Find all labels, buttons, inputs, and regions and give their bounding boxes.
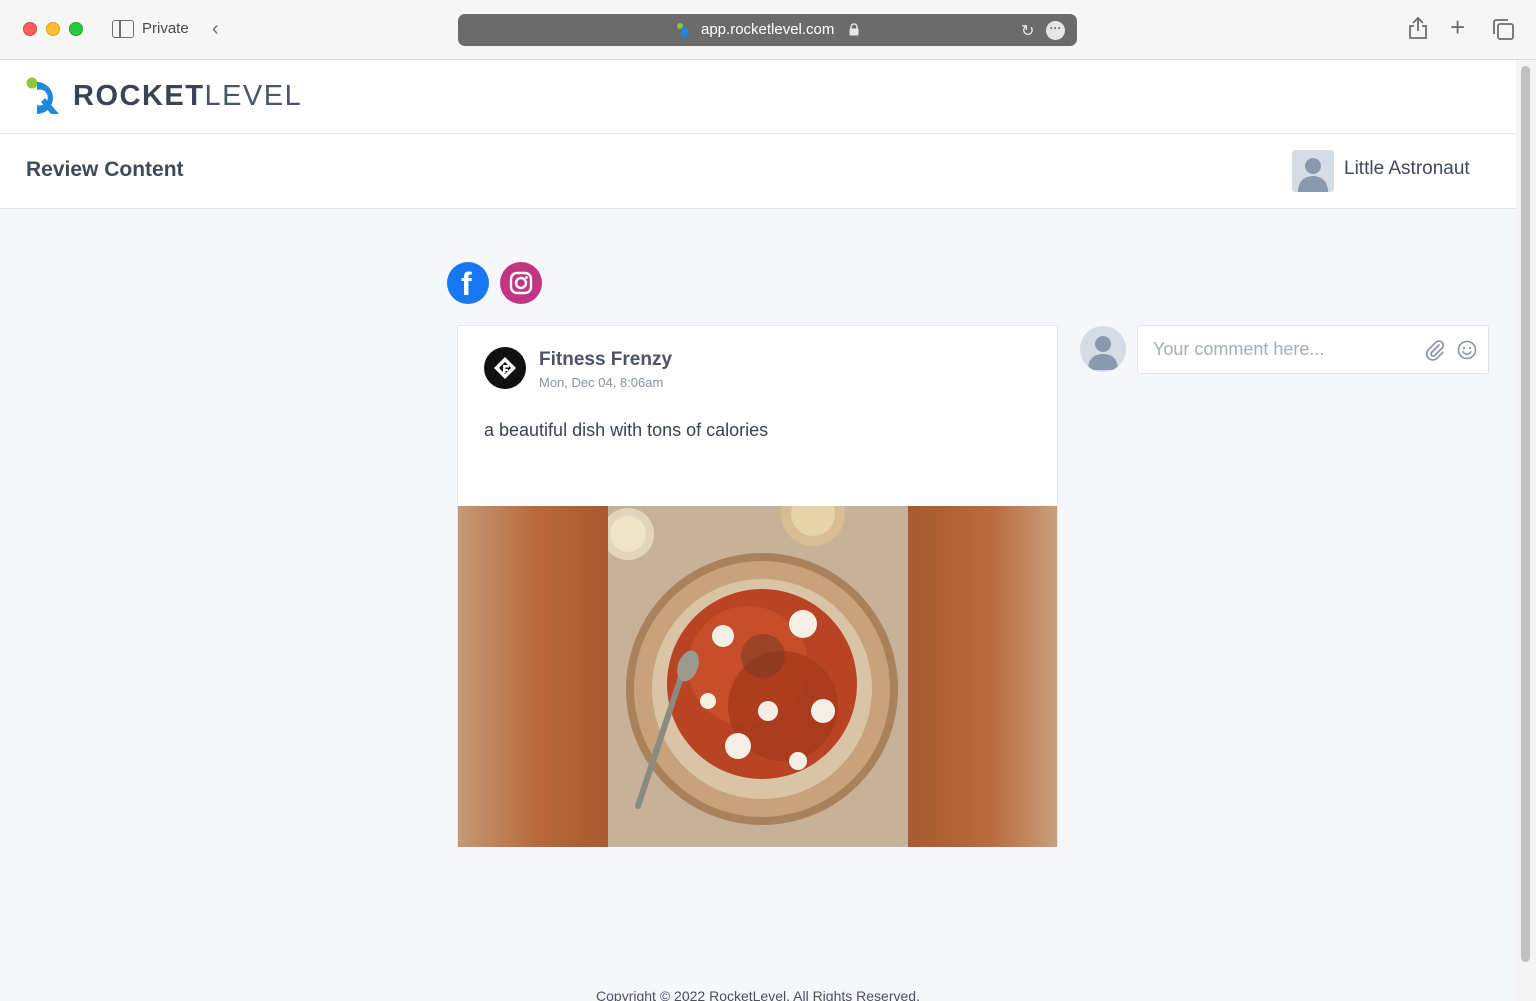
user-silhouette-icon: [1298, 158, 1328, 192]
address-bar[interactable]: app.rocketlevel.com ↻ ···: [458, 14, 1077, 46]
new-tab-icon[interactable]: +: [1450, 12, 1465, 43]
user-avatar[interactable]: [1292, 150, 1334, 192]
tabs-overview-icon[interactable]: [1493, 19, 1514, 40]
sidebar-icon[interactable]: [112, 20, 134, 38]
facebook-icon[interactable]: f: [447, 262, 489, 304]
zoom-window-button[interactable]: [69, 22, 83, 36]
reload-icon[interactable]: ↻: [1021, 21, 1034, 41]
paperclip-icon[interactable]: [1425, 339, 1445, 361]
lock-icon: [849, 23, 859, 36]
back-icon[interactable]: ‹: [212, 18, 219, 40]
post-author-name: Fitness Frenzy: [539, 349, 673, 370]
post-text: a beautiful dish with tons of calories: [484, 420, 769, 440]
post-date: Mon, Dec 04, 8:06am: [539, 375, 664, 390]
close-window-button[interactable]: [23, 22, 37, 36]
comment-input[interactable]: [1139, 327, 1409, 372]
emoji-icon[interactable]: [1457, 340, 1477, 360]
food-dish-image: [608, 506, 908, 847]
user-name[interactable]: Little Astronaut: [1344, 158, 1470, 180]
image-blur-right: [908, 506, 1057, 847]
browser-toolbar: Private ‹ app.rocketlevel.com ↻ ··· +: [0, 0, 1536, 60]
rocketlevel-favicon-icon: [677, 23, 689, 37]
app-header: ROCKETLEVEL: [0, 60, 1516, 134]
page-scrollbar[interactable]: [1516, 60, 1536, 1001]
scrollbar-thumb[interactable]: [1521, 66, 1530, 962]
page-header: Review Content Little Astronaut: [0, 134, 1516, 209]
page-title: Review Content: [26, 158, 184, 181]
private-label: Private: [142, 20, 189, 37]
user-silhouette-icon: [1088, 336, 1118, 370]
more-icon[interactable]: ···: [1046, 21, 1065, 40]
image-blur-left: [458, 506, 608, 847]
post-preview-card: Fitness Frenzy Mon, Dec 04, 8:06am a bea…: [457, 325, 1058, 847]
share-icon[interactable]: [1408, 16, 1428, 40]
rocketlevel-logo-icon[interactable]: [25, 76, 65, 116]
footer-copyright: Copyright © 2022 RocketLevel. All Rights…: [596, 988, 920, 1001]
post-image[interactable]: [458, 506, 1057, 847]
minimize-window-button[interactable]: [46, 22, 60, 36]
url-text: app.rocketlevel.com: [701, 21, 835, 38]
comment-box: [1137, 325, 1489, 374]
commenter-avatar: [1080, 326, 1126, 372]
instagram-icon[interactable]: [500, 262, 542, 304]
author-avatar: [484, 347, 526, 389]
logo-wordmark[interactable]: ROCKETLEVEL: [73, 80, 302, 113]
fitness-frenzy-logo-icon: [494, 357, 516, 379]
